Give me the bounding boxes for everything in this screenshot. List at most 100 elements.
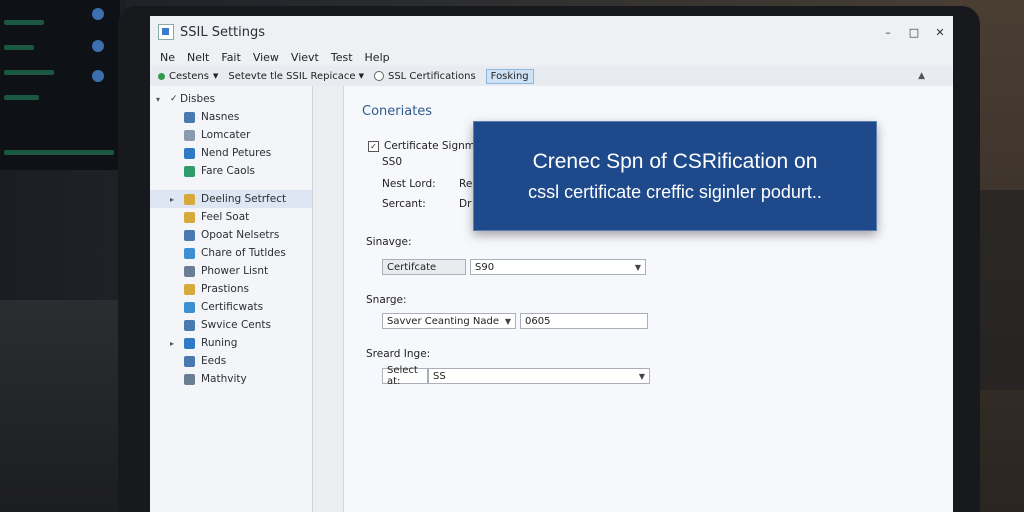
field-value: S90 — [475, 261, 495, 273]
network-icon — [184, 229, 195, 241]
sidebar-item[interactable]: Feel Soat — [150, 208, 312, 226]
select-at-field[interactable]: Select at: — [382, 365, 428, 387]
server-select[interactable]: Savver Ceanting Nade ▼ — [382, 313, 516, 329]
check-icon: ✓ — [170, 94, 178, 104]
overlay-banner: Crenec Spn of CSRification on cssl certi… — [473, 121, 877, 231]
radio-icon — [373, 71, 384, 81]
window-title: SSIL Settings — [180, 24, 266, 40]
sidebar-item[interactable]: Prastions — [150, 280, 312, 298]
folder-icon — [184, 193, 195, 205]
menu-item[interactable]: Fait — [221, 51, 240, 64]
sidebar-item[interactable]: Fare Caols — [150, 162, 312, 180]
sidebar-item[interactable]: Mathvity — [150, 370, 312, 388]
title-bar: SSIL Settings – □ ✕ — [150, 16, 953, 48]
list-icon — [184, 319, 195, 331]
checkbox-sublabel: SS0 — [382, 156, 403, 168]
tree-root-label: Disbes — [180, 93, 216, 105]
sidebar-item-label: Fare Caols — [201, 165, 255, 177]
tree-root[interactable]: ▾ ✓ Disbes — [150, 90, 312, 108]
chevron-down-icon: ▾ — [156, 94, 161, 104]
select-at-dropdown[interactable]: SS ▼ — [428, 368, 650, 384]
scroll-up-icon[interactable]: ▲ — [918, 71, 925, 81]
folder-icon — [184, 211, 195, 223]
chevron-right-icon: ▸ — [170, 194, 175, 204]
toolbar-item-label: Cestens — [169, 70, 209, 82]
sidebar-item-label: Phower Lisnt — [201, 265, 269, 277]
sidebar-item[interactable]: Eeds — [150, 352, 312, 370]
sidebar-item[interactable]: Swvice Cents — [150, 316, 312, 334]
toolbar-item-ssl-certifications[interactable]: SSL Certifications — [373, 71, 476, 82]
toolbar-item-fosking[interactable]: Fosking — [485, 68, 534, 84]
sidebar-item[interactable]: Chare of Tutldes — [150, 244, 312, 262]
sidebar-item-label: Eeds — [201, 355, 227, 367]
sidebar-item-label: Nend Petures — [201, 147, 272, 159]
certificate-select[interactable]: S90 ▼ — [470, 259, 646, 275]
group-label: Sinavge: — [366, 236, 412, 248]
sercant-value: Dr — [459, 198, 472, 210]
minimize-button[interactable]: – — [875, 26, 901, 39]
background-monitor — [0, 0, 126, 170]
splitter[interactable] — [313, 86, 344, 512]
maximize-button[interactable]: □ — [901, 26, 927, 39]
chevron-right-icon: ▸ — [170, 338, 175, 348]
globe-icon — [184, 147, 195, 159]
toolbar-item-label: Setevte tle SSIL Repicace — [228, 70, 356, 82]
sidebar-item[interactable]: Lomcater — [150, 126, 312, 144]
field-value: 0605 — [525, 315, 551, 327]
globe-icon — [184, 337, 195, 349]
next-lord-label: Nest Lord: — [382, 178, 436, 190]
certificate-field[interactable]: Certifcate — [382, 259, 466, 275]
menu-item[interactable]: Help — [365, 51, 390, 64]
menu-item[interactable]: Vievt — [291, 51, 319, 64]
chevron-down-icon: ▼ — [504, 316, 511, 326]
toolbar-item-cestens[interactable]: Cestens ▼ — [158, 71, 218, 82]
sercant-label: Sercant: — [382, 198, 426, 210]
sidebar-item-label: Feel Soat — [201, 211, 250, 223]
field-value: SS — [433, 370, 446, 382]
table-icon — [184, 247, 195, 259]
menu-item[interactable]: Ne — [160, 51, 175, 64]
sidebar-item-label: Chare of Tutldes — [201, 247, 286, 259]
server-value-field[interactable]: 0605 — [520, 313, 648, 329]
shield-icon — [184, 165, 195, 177]
sidebar-item[interactable]: Certificwats — [150, 298, 312, 316]
close-button[interactable]: ✕ — [927, 26, 953, 39]
app-icon — [158, 24, 174, 40]
sidebar-item[interactable]: Nend Petures — [150, 144, 312, 162]
lock-icon — [184, 283, 195, 295]
menu-item[interactable]: Nelt — [187, 51, 209, 64]
sidebar-item-label: Lomcater — [201, 129, 251, 141]
toolbar-item-select-replace[interactable]: Setevte tle SSIL Repicace ▼ — [228, 71, 364, 82]
field-value: Certifcate — [387, 261, 437, 273]
sidebar-item-label: Mathvity — [201, 373, 247, 385]
sidebar-item-label: Nasnes — [201, 111, 240, 123]
menu-item[interactable]: View — [253, 51, 279, 64]
section-title: Coneriates — [362, 104, 433, 119]
certificate-icon — [184, 301, 195, 313]
document-icon — [184, 129, 195, 141]
tree-item-selected[interactable]: ▸ Deeling Setrfect — [150, 190, 312, 208]
menu-bar: Ne Nelt Fait View Vievt Test Help — [150, 48, 953, 66]
sidebar-item-label: Certificwats — [201, 301, 264, 313]
group-label: Sreard Inge: — [366, 348, 431, 360]
database-icon — [184, 355, 195, 367]
sidebar-item-label: Opoat Nelsetrs — [201, 229, 280, 241]
field-value: Select at: — [387, 365, 418, 387]
tree-item-label: Deeling Setrfect — [201, 193, 287, 205]
chevron-down-icon: ▼ — [638, 371, 645, 381]
field-value: Savver Ceanting Nade — [387, 315, 500, 327]
menu-item[interactable]: Test — [331, 51, 353, 64]
sidebar-item[interactable]: Phower Lisnt — [150, 262, 312, 280]
group-label: Snarge: — [366, 294, 407, 306]
next-lord-value: Re — [459, 178, 473, 190]
status-dot-icon — [158, 72, 165, 80]
sidebar-item[interactable]: Opoat Nelsetrs — [150, 226, 312, 244]
sidebar-item[interactable]: ▸ Runing — [150, 334, 312, 352]
chevron-down-icon: ▼ — [358, 72, 364, 80]
server-icon — [184, 111, 195, 123]
toolbar-item-label: Fosking — [490, 70, 529, 82]
sidebar-item[interactable]: Nasnes — [150, 108, 312, 126]
list-icon — [184, 373, 195, 385]
sidebar-item-label: Swvice Cents — [201, 319, 271, 331]
banner-line-1: Crenec Spn of CSRification on — [532, 149, 818, 173]
